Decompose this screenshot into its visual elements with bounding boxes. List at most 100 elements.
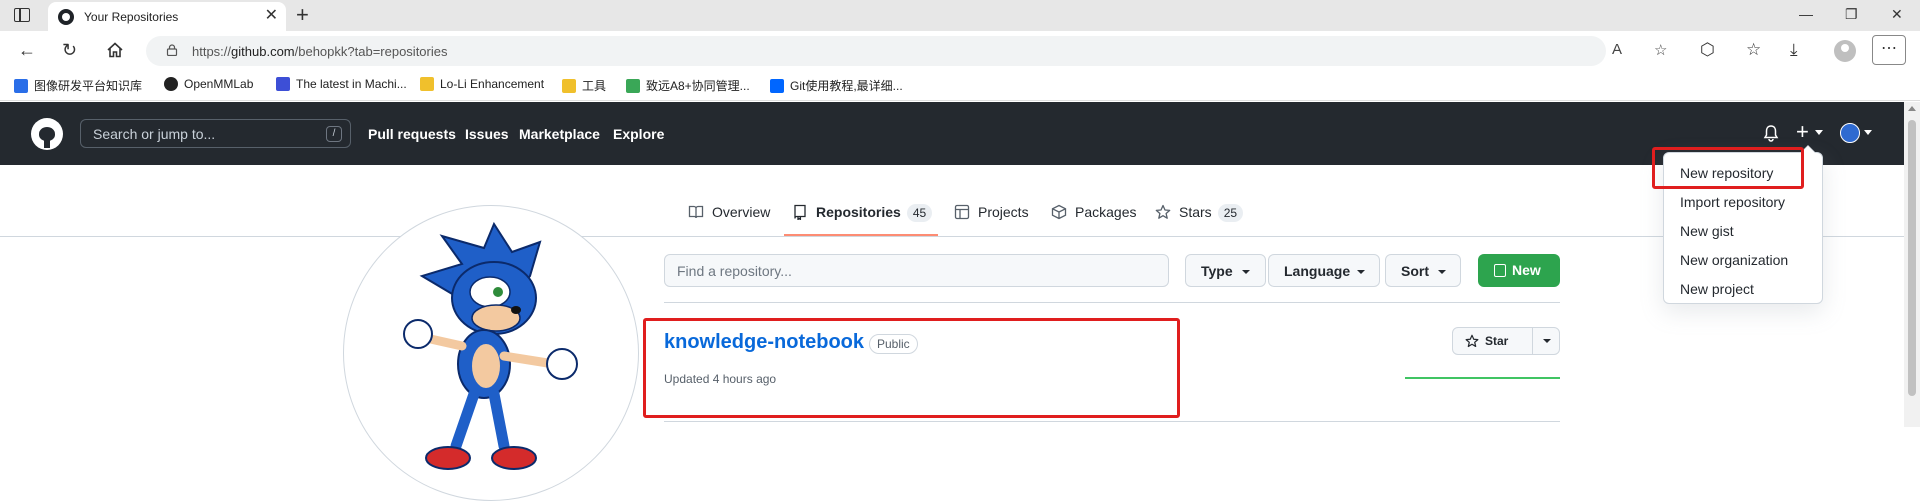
star-icon	[1465, 334, 1479, 348]
back-arrow-icon[interactable]: ←	[18, 40, 36, 60]
find-repository-placeholder: Find a repository...	[677, 263, 792, 279]
nav-explore[interactable]: Explore	[613, 126, 664, 142]
bookmark-item[interactable]: The latest in Machi...	[276, 77, 407, 95]
github-header: Search or jump to... / Pull requests Iss…	[0, 102, 1920, 165]
new-tab-button[interactable]: +	[296, 3, 309, 27]
chevron-down-icon	[1242, 270, 1250, 274]
selected-tab-underline	[784, 234, 938, 236]
read-aloud-icon[interactable]: A	[1612, 41, 1622, 58]
chevron-down-icon[interactable]	[1864, 130, 1872, 135]
search-placeholder: Search or jump to...	[93, 126, 216, 142]
close-window-button[interactable]: ✕	[1891, 6, 1903, 23]
nav-issues[interactable]: Issues	[465, 126, 509, 142]
tab-label: Stars	[1179, 204, 1212, 220]
tab-repositories[interactable]: Repositories 45	[792, 204, 933, 222]
add-favorite-icon[interactable]: ☆	[1654, 41, 1667, 59]
type-filter-button[interactable]: Type	[1185, 254, 1266, 287]
url-text[interactable]: https://github.com/behopkk?tab=repositor…	[192, 44, 447, 59]
star-label: Star	[1485, 334, 1509, 348]
notifications-bell-icon[interactable]	[1762, 124, 1780, 142]
bookmark-item[interactable]: 图像研发平台知识库	[14, 77, 142, 95]
browser-menu-button[interactable]: ⋯	[1872, 35, 1906, 65]
close-tab-icon[interactable]: ✕	[265, 7, 278, 25]
bookmark-item[interactable]: Git使用教程,最详细...	[770, 77, 903, 95]
minimize-button[interactable]: —	[1799, 6, 1813, 22]
bookmark-favicon-icon	[276, 77, 290, 91]
find-repository-input[interactable]: Find a repository...	[664, 254, 1169, 287]
tab-overview[interactable]: Overview	[688, 204, 770, 220]
star-button[interactable]: Star	[1452, 327, 1560, 355]
star-icon	[1155, 204, 1171, 219]
menu-item-new-gist[interactable]: New gist	[1680, 223, 1734, 239]
bookmark-label: The latest in Machi...	[296, 77, 407, 91]
bookmark-item[interactable]: Lo-Li Enhancement	[420, 77, 544, 95]
bookmark-favicon-icon	[164, 77, 178, 91]
favorites-icon[interactable]: ☆	[1746, 40, 1761, 60]
tab-label: Repositories	[816, 204, 901, 220]
language-filter-label: Language	[1284, 263, 1351, 279]
nav-pull-requests[interactable]: Pull requests	[368, 126, 456, 142]
type-filter-label: Type	[1201, 263, 1233, 279]
user-avatar[interactable]	[1840, 123, 1860, 143]
language-filter-button[interactable]: Language	[1268, 254, 1380, 287]
url-host: github.com	[231, 44, 295, 59]
url-path: /behopkk?tab=repositories	[294, 44, 448, 59]
search-input[interactable]: Search or jump to... /	[80, 119, 351, 148]
home-icon[interactable]	[106, 41, 124, 59]
package-icon	[1051, 204, 1067, 220]
bookmark-item[interactable]: 致远A8+协同管理...	[626, 77, 750, 95]
bookmark-label: Git使用教程,最详细...	[790, 79, 903, 93]
list-divider	[664, 302, 1560, 303]
sort-button[interactable]: Sort	[1385, 254, 1461, 287]
url-field[interactable]: https://github.com/behopkk?tab=repositor…	[146, 36, 1667, 66]
tab-stars[interactable]: Stars 25	[1155, 204, 1244, 222]
browser-profile-icon[interactable]	[1834, 40, 1856, 62]
bookmark-item[interactable]: 工具	[562, 77, 606, 95]
bookmark-label: OpenMMLab	[184, 77, 254, 91]
lock-icon[interactable]	[166, 44, 178, 56]
chevron-down-icon[interactable]	[1815, 130, 1823, 135]
downloads-icon[interactable]: ⤓	[1790, 40, 1798, 60]
table-icon	[954, 204, 970, 220]
bookmark-label: 工具	[582, 79, 607, 93]
list-divider	[664, 421, 1560, 422]
bookmark-item[interactable]: OpenMMLab	[164, 77, 253, 95]
chevron-down-icon	[1357, 270, 1365, 274]
chevron-down-icon[interactable]	[1543, 339, 1551, 343]
extensions-icon[interactable]: ⬡	[1700, 40, 1715, 60]
stars-count-badge: 25	[1217, 204, 1244, 222]
tab-label: Overview	[712, 204, 771, 220]
profile-avatar[interactable]	[343, 205, 639, 501]
search-shortcut-key: /	[326, 126, 342, 142]
profile-tab-nav: Overview Repositories 45 Projects Package…	[0, 196, 1904, 237]
bookmark-favicon-icon	[14, 79, 28, 93]
browser-tab[interactable]: Your Repositories ✕	[48, 2, 286, 31]
new-repository-button[interactable]: New	[1478, 254, 1560, 287]
browser-tab-bar: Your Repositories ✕ + — ❐ ✕	[0, 0, 1920, 31]
refresh-icon[interactable]: ↻	[62, 40, 77, 60]
nav-marketplace[interactable]: Marketplace	[519, 126, 600, 142]
github-logo-icon[interactable]	[31, 118, 63, 150]
highlight-new-repository	[1652, 147, 1804, 189]
tab-packages[interactable]: Packages	[1051, 204, 1136, 220]
restore-button[interactable]: ❐	[1845, 6, 1858, 23]
repo-count-badge: 45	[906, 204, 933, 222]
url-prefix: https://	[192, 44, 232, 59]
tab-actions-icon[interactable]	[14, 8, 30, 22]
book-icon	[688, 205, 704, 219]
new-button-label: New	[1512, 262, 1541, 278]
page-scrollbar[interactable]	[1904, 102, 1920, 427]
bookmark-favicon-icon	[770, 79, 784, 93]
tab-label: Projects	[978, 204, 1029, 220]
folder-icon	[420, 77, 434, 91]
menu-item-new-project[interactable]: New project	[1680, 281, 1754, 297]
bookmarks-bar: 图像研发平台知识库 OpenMMLab The latest in Machi.…	[0, 71, 1920, 101]
tab-projects[interactable]: Projects	[954, 204, 1029, 220]
menu-item-import-repository[interactable]: Import repository	[1680, 194, 1785, 210]
chevron-down-icon	[1438, 270, 1446, 274]
scrollbar-thumb[interactable]	[1908, 120, 1916, 396]
bookmark-label: 致远A8+协同管理...	[646, 79, 750, 93]
scroll-up-arrow-icon[interactable]	[1908, 106, 1916, 111]
menu-item-new-organization[interactable]: New organization	[1680, 252, 1788, 268]
create-new-plus-icon[interactable]: +	[1796, 119, 1809, 145]
